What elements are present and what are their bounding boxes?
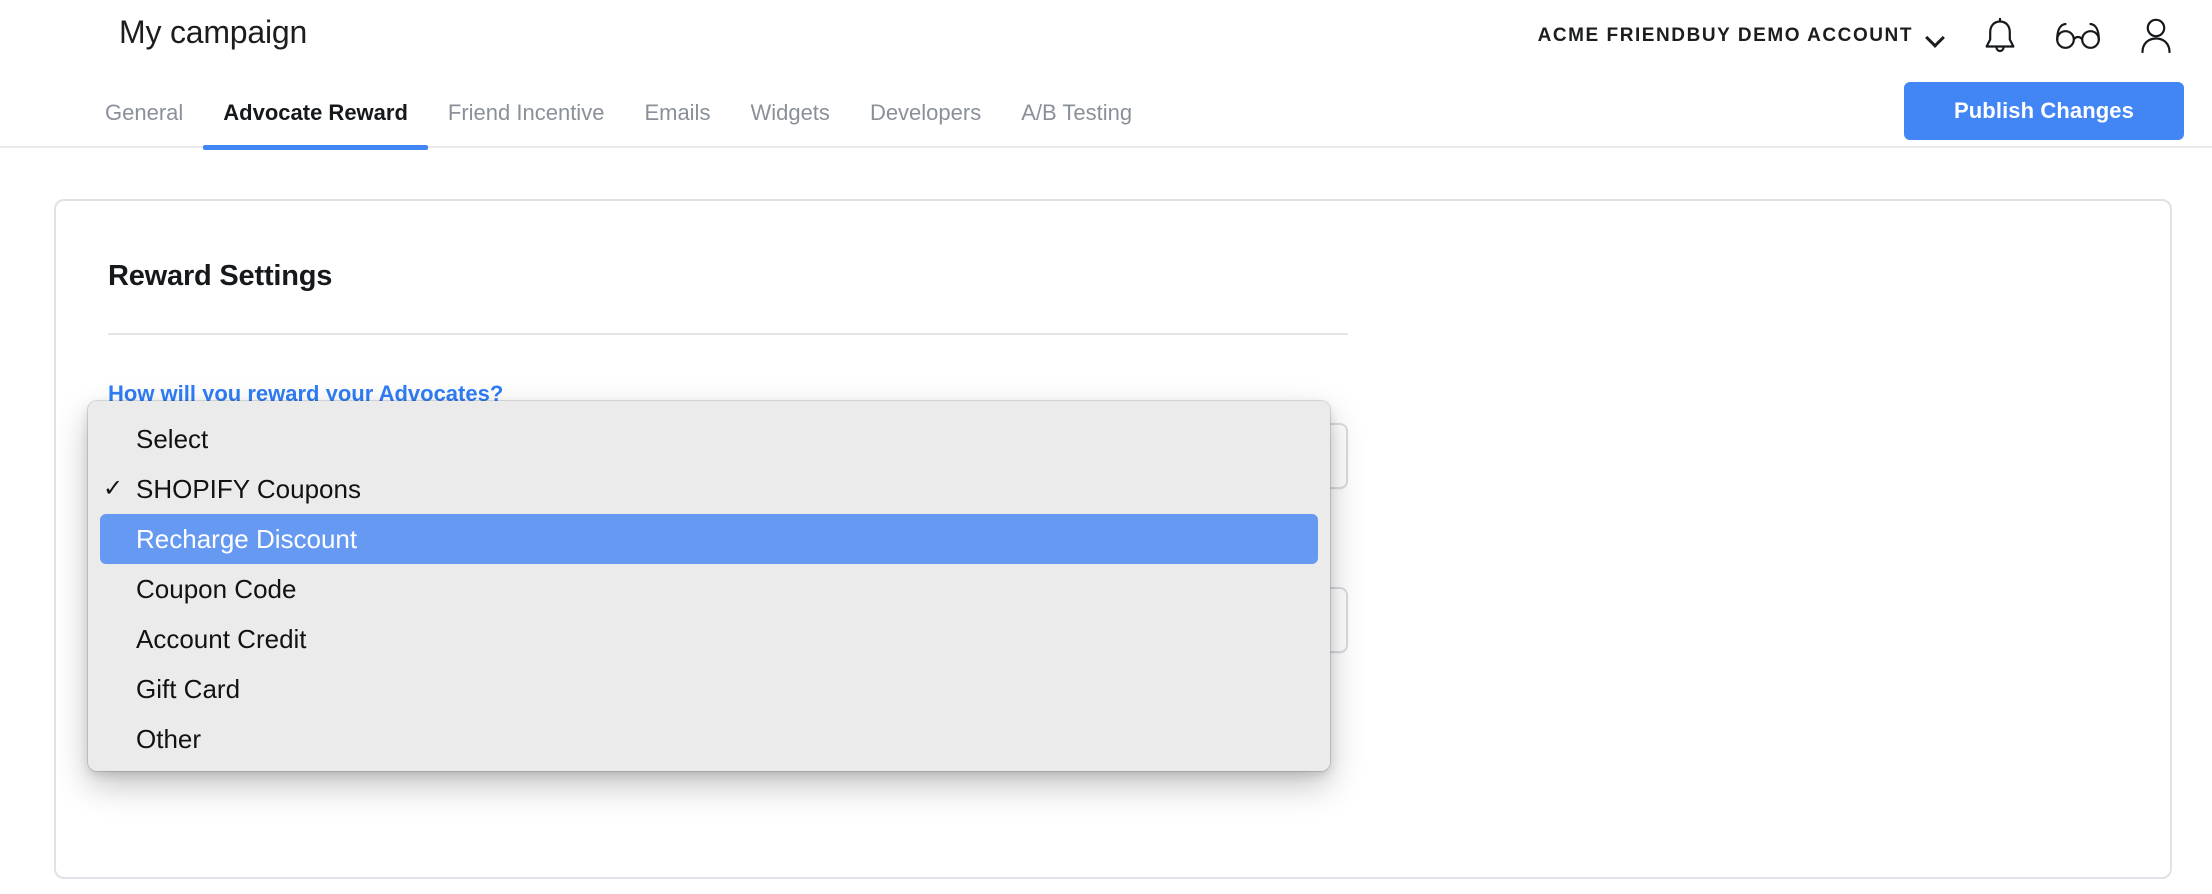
tab-list: General Advocate Reward Friend Incentive…	[85, 86, 1152, 150]
dropdown-option-label: Account Credit	[136, 623, 307, 654]
section-divider	[108, 333, 1348, 335]
tab-advocate-reward[interactable]: Advocate Reward	[203, 86, 428, 150]
glasses-icon	[2055, 21, 2101, 51]
dropdown-option-label: Recharge Discount	[136, 523, 358, 554]
dropdown-option-account-credit[interactable]: Account Credit	[88, 614, 1330, 664]
dropdown-option-label: Coupon Code	[136, 573, 297, 604]
tab-widgets[interactable]: Widgets	[730, 86, 849, 148]
bell-icon	[1983, 17, 2017, 55]
profile-button[interactable]	[2128, 8, 2184, 64]
chevron-down-icon	[1927, 31, 1944, 41]
account-name-label: ACME FRIENDBUY DEMO ACCOUNT	[1537, 25, 1913, 46]
dropdown-option-label: Select	[136, 423, 209, 454]
dropdown-option-label: Other	[136, 723, 202, 754]
person-icon	[2138, 17, 2174, 55]
dropdown-option-label: Gift Card	[136, 673, 241, 704]
page-title: My campaign	[119, 14, 308, 50]
dropdown-option-shopify-coupons[interactable]: ✓ SHOPIFY Coupons	[88, 464, 1330, 514]
account-switcher[interactable]: ACME FRIENDBUY DEMO ACCOUNT	[1532, 21, 1950, 51]
dropdown-option-coupon-code[interactable]: Coupon Code	[88, 564, 1330, 614]
tab-ab-testing[interactable]: A/B Testing	[1001, 86, 1152, 148]
check-icon: ✓	[103, 475, 124, 502]
dropdown-option-other[interactable]: Other	[88, 714, 1330, 764]
dropdown-option-label: SHOPIFY Coupons	[136, 473, 361, 504]
section-title: Reward Settings	[108, 260, 333, 292]
dropdown-option-gift-card[interactable]: Gift Card	[88, 664, 1330, 714]
tab-emails[interactable]: Emails	[624, 86, 730, 148]
reward-type-dropdown-menu[interactable]: Select ✓ SHOPIFY Coupons Recharge Discou…	[88, 401, 1330, 771]
tab-general[interactable]: General	[85, 86, 203, 148]
top-header-bar: My campaign ACME FRIENDBUY DEMO ACCOUNT	[0, 0, 2212, 86]
preview-button[interactable]	[2050, 8, 2106, 64]
tab-friend-incentive[interactable]: Friend Incentive	[428, 86, 625, 148]
app-root: My campaign ACME FRIENDBUY DEMO ACCOUNT	[0, 0, 2212, 894]
notifications-button[interactable]	[1972, 8, 2028, 64]
tab-developers[interactable]: Developers	[850, 86, 1001, 148]
header-actions: ACME FRIENDBUY DEMO ACCOUNT	[1532, 8, 2184, 64]
dropdown-option-recharge-discount[interactable]: Recharge Discount	[100, 514, 1318, 564]
dropdown-option-select[interactable]: Select	[88, 414, 1330, 464]
publish-changes-button[interactable]: Publish Changes	[1904, 82, 2184, 140]
tab-bar: General Advocate Reward Friend Incentive…	[0, 82, 2212, 150]
